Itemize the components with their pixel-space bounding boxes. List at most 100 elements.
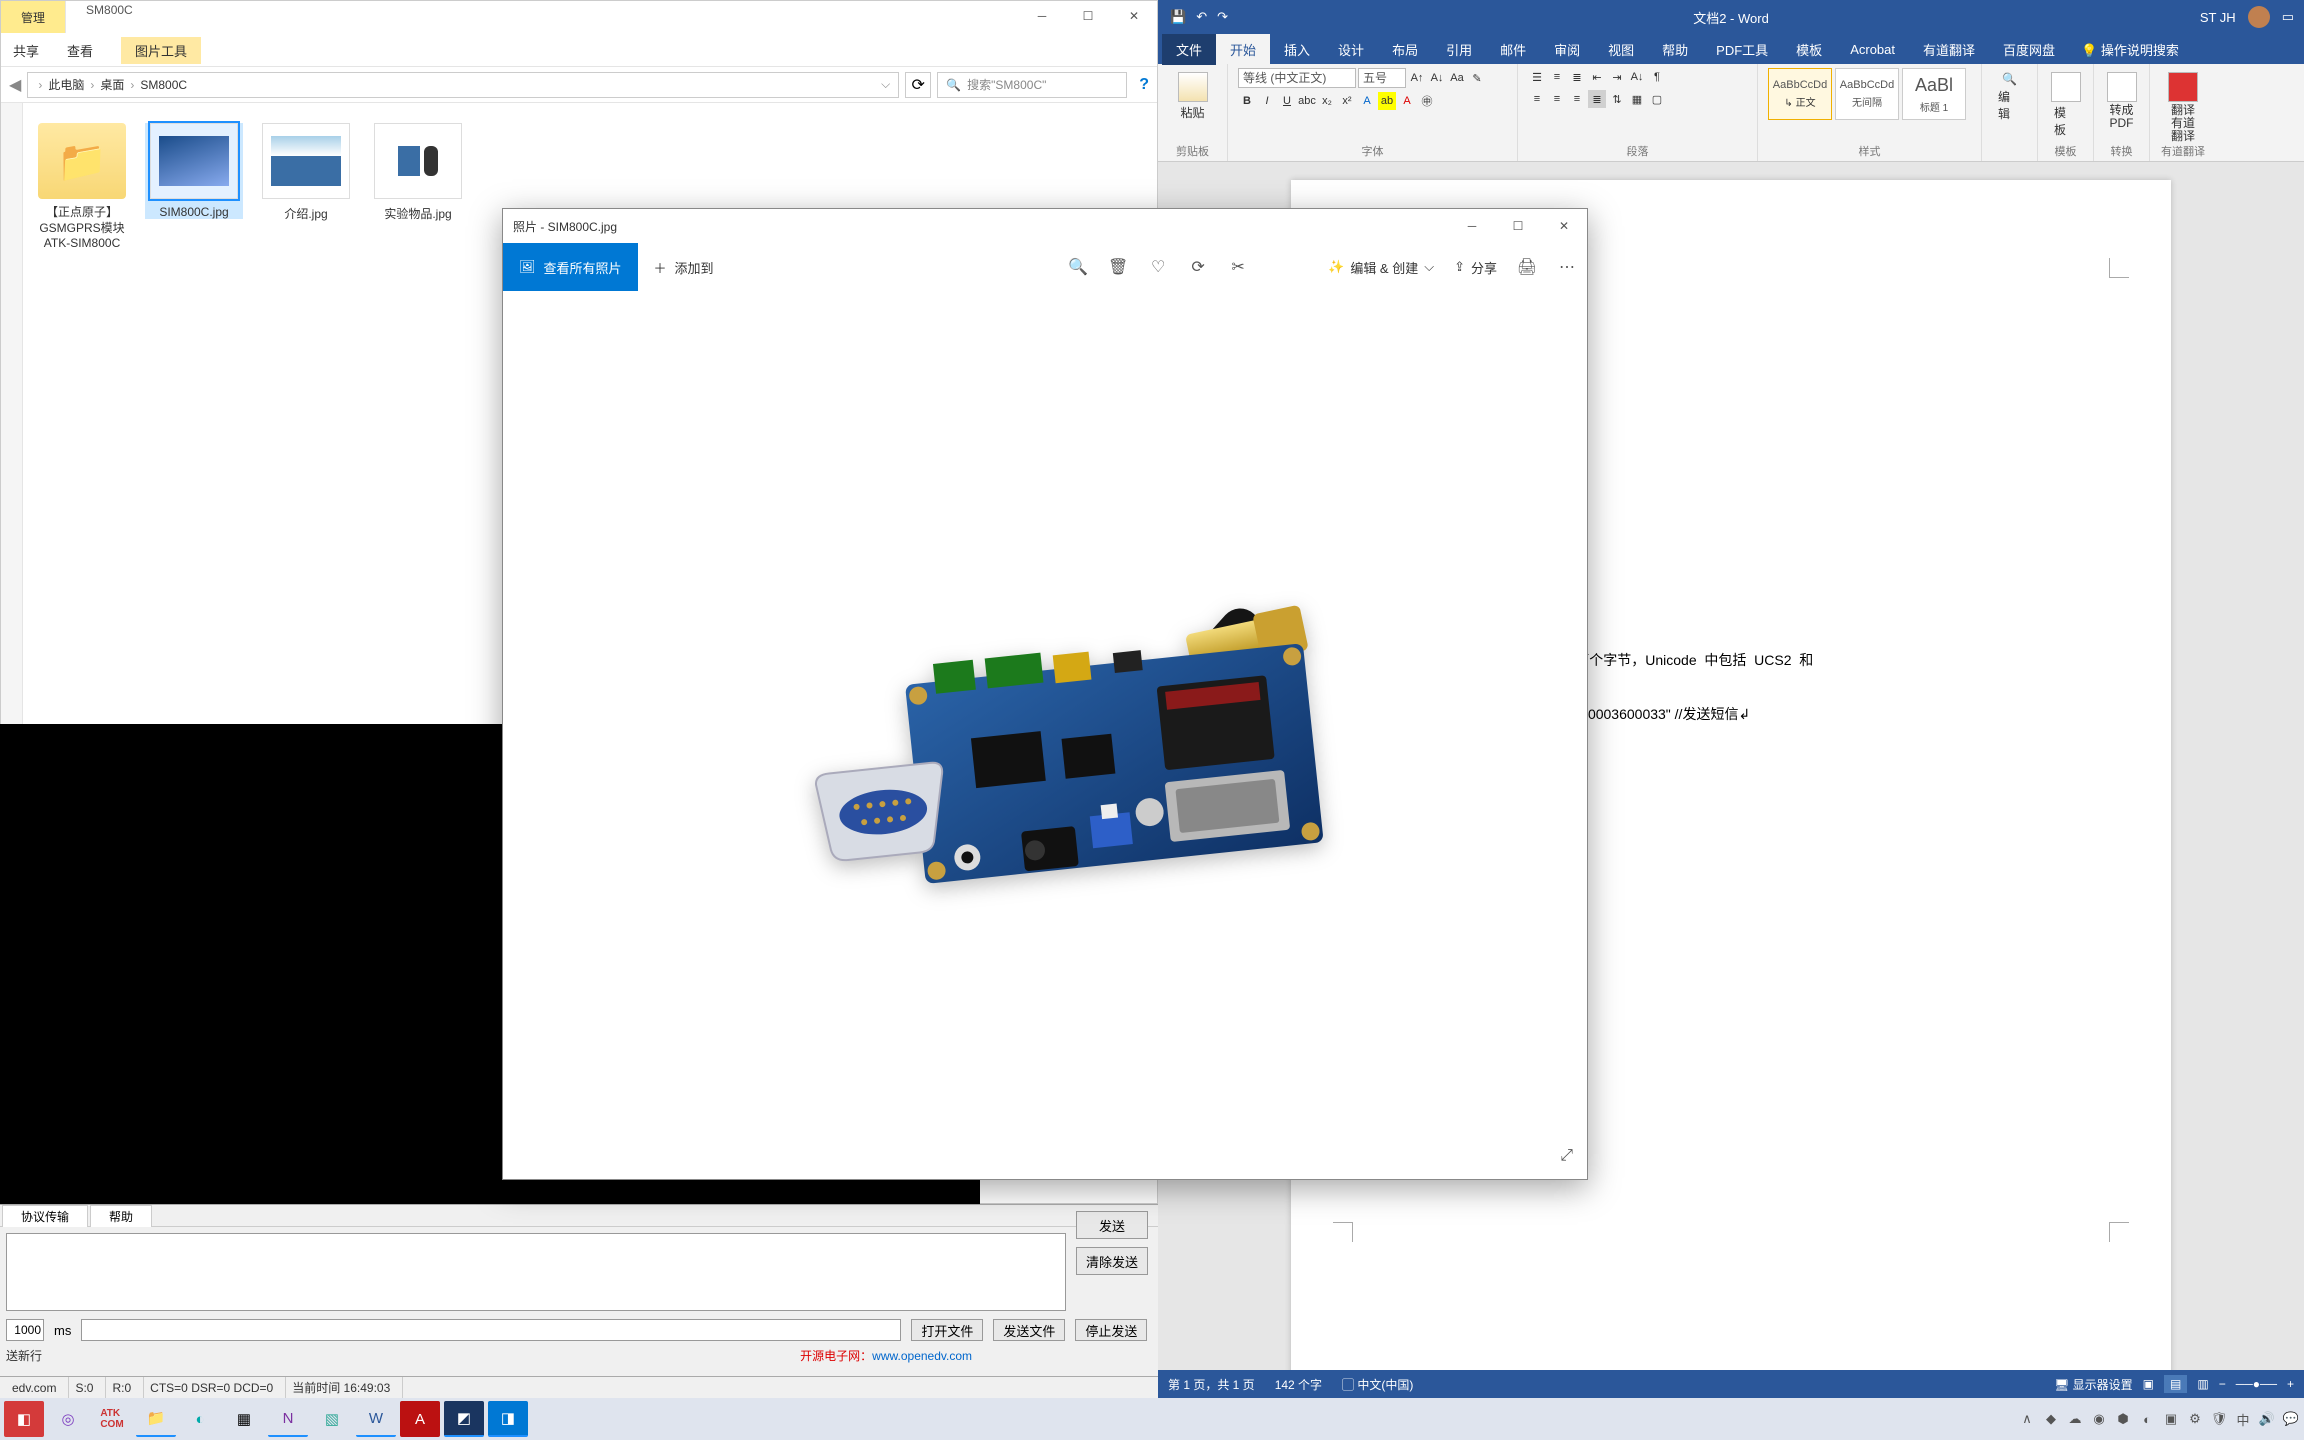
justify-icon[interactable]: ≣ (1588, 90, 1606, 108)
volume-icon[interactable]: 🔊 (2258, 1410, 2276, 1428)
shading-icon[interactable]: ▦ (1628, 90, 1646, 108)
print-icon[interactable]: 🖨 (1507, 247, 1547, 287)
taskbar-app[interactable]: ▧ (312, 1401, 352, 1437)
refresh-button[interactable]: ⟳ (905, 72, 931, 98)
show-marks-icon[interactable]: ¶ (1648, 68, 1666, 86)
tab-mailings[interactable]: 邮件 (1486, 34, 1540, 65)
taskbar-acrobat[interactable]: A (400, 1401, 440, 1437)
file-item[interactable]: 实验物品.jpg (369, 123, 467, 222)
redo-icon[interactable]: ↷ (1217, 9, 1228, 25)
help-icon[interactable]: ? (1133, 76, 1149, 94)
tab-protocol[interactable]: 协议传输 (2, 1205, 88, 1227)
edit-button[interactable]: 🔍 编辑 (1992, 68, 2027, 126)
edit-create-button[interactable]: ✨编辑 & 创建 ⌵ (1318, 247, 1444, 287)
undo-icon[interactable]: ↶ (1196, 9, 1207, 25)
taskbar-app[interactable]: ◎ (48, 1401, 88, 1437)
ribbon-options-icon[interactable]: ▭ (2282, 9, 2294, 25)
close-button[interactable]: ✕ (1541, 211, 1587, 241)
tab-template[interactable]: 模板 (1782, 34, 1836, 65)
tab-layout[interactable]: 布局 (1378, 34, 1432, 65)
notifications-icon[interactable]: 💬 (2282, 1410, 2300, 1428)
tab-home[interactable]: 开始 (1216, 34, 1270, 65)
tab-view[interactable]: 视图 (1594, 34, 1648, 65)
italic-icon[interactable]: I (1258, 92, 1276, 110)
taskbar-explorer[interactable]: 📁 (136, 1401, 176, 1437)
file-path-input[interactable] (81, 1319, 901, 1341)
line-spacing-icon[interactable]: ⇅ (1608, 90, 1626, 108)
translate-button[interactable]: 翻译 有道翻译 (2160, 68, 2206, 148)
send-button[interactable]: 发送 (1076, 1211, 1148, 1239)
shrink-font-icon[interactable]: A↓ (1428, 69, 1446, 87)
newline-checkbox-label[interactable]: 送新行 (6, 1347, 42, 1364)
highlight-icon[interactable]: ab (1378, 92, 1396, 110)
sort-icon[interactable]: A↓ (1628, 68, 1646, 86)
convert-pdf-button[interactable]: 转成 PDF (2104, 68, 2139, 134)
template-button[interactable]: 模板 (2048, 68, 2083, 142)
style-heading1[interactable]: AaBl标题 1 (1902, 68, 1966, 120)
close-button[interactable]: ✕ (1111, 1, 1157, 31)
ime-icon[interactable]: 中 (2234, 1410, 2252, 1428)
view-web-icon[interactable]: ▥ (2197, 1377, 2208, 1391)
tray-icon[interactable]: ◉ (2090, 1410, 2108, 1428)
search-input[interactable]: 🔍 搜索"SM800C" (937, 72, 1127, 98)
multilevel-icon[interactable]: ≣ (1568, 68, 1586, 86)
share-button[interactable]: ⇪分享 (1444, 247, 1507, 287)
view-all-photos-tab[interactable]: 🖼 查看所有照片 (503, 243, 638, 291)
tab-review[interactable]: 审阅 (1540, 34, 1594, 65)
grow-font-icon[interactable]: A↑ (1408, 69, 1426, 87)
tray-icon[interactable]: 🛡 (2210, 1410, 2228, 1428)
tray-overflow-icon[interactable]: ∧ (2018, 1410, 2036, 1428)
tab-help[interactable]: 帮助 (90, 1205, 152, 1227)
crop-icon[interactable]: ✂ (1218, 247, 1258, 287)
align-center-icon[interactable]: ≡ (1548, 90, 1566, 108)
numbering-icon[interactable]: ≡ (1548, 68, 1566, 86)
tab-design[interactable]: 设计 (1324, 34, 1378, 65)
underline-icon[interactable]: U (1278, 92, 1296, 110)
rotate-icon[interactable]: ⟳ (1178, 247, 1218, 287)
taskbar-photos[interactable]: ◨ (488, 1401, 528, 1437)
enclose-icon[interactable]: ㊥ (1418, 92, 1436, 110)
tab-help[interactable]: 帮助 (1648, 34, 1702, 65)
tab-baidu[interactable]: 百度网盘 (1989, 34, 2069, 65)
font-size-select[interactable]: 五号 (1358, 68, 1406, 88)
zoom-out-icon[interactable]: − (2219, 1377, 2226, 1391)
file-item-selected[interactable]: SIM800C.jpg (145, 123, 243, 219)
open-file-button[interactable]: 打开文件 (911, 1319, 983, 1341)
tab-file[interactable]: 文件 (1162, 34, 1216, 65)
tray-icon[interactable]: ☁ (2066, 1410, 2084, 1428)
minimize-button[interactable]: ─ (1019, 1, 1065, 31)
clear-send-button[interactable]: 清除发送 (1076, 1247, 1148, 1275)
decrease-indent-icon[interactable]: ⇤ (1588, 68, 1606, 86)
stop-send-button[interactable]: 停止发送 (1075, 1319, 1147, 1341)
tab-pdf[interactable]: PDF工具 (1702, 34, 1782, 65)
clear-format-icon[interactable]: ✎ (1468, 69, 1486, 87)
style-no-spacing[interactable]: AaBbCcDd无间隔 (1835, 68, 1899, 120)
font-name-select[interactable]: 等线 (中文正文) (1238, 68, 1356, 88)
taskbar-app[interactable]: ▦ (224, 1401, 264, 1437)
style-normal[interactable]: AaBbCcDd↳ 正文 (1768, 68, 1832, 120)
fullscreen-icon[interactable]: ⤢ (1560, 1147, 1573, 1165)
font-color-icon[interactable]: A (1398, 92, 1416, 110)
taskbar-app[interactable]: ◩ (444, 1401, 484, 1437)
tab-youdao[interactable]: 有道翻译 (1909, 34, 1989, 65)
tab-insert[interactable]: 插入 (1270, 34, 1324, 65)
tray-icon[interactable]: ▣ (2162, 1410, 2180, 1428)
photo-canvas[interactable]: ⤢ (503, 291, 1587, 1179)
align-right-icon[interactable]: ≡ (1568, 90, 1586, 108)
word-count[interactable]: 142 个字 (1275, 1376, 1322, 1393)
tell-me-search[interactable]: 💡 操作说明搜索 (2069, 40, 2179, 59)
tray-icon[interactable]: ◆ (2042, 1410, 2060, 1428)
tray-icon[interactable]: ⚙ (2186, 1410, 2204, 1428)
paste-button[interactable]: 粘贴 (1168, 68, 1217, 125)
tab-references[interactable]: 引用 (1432, 34, 1486, 65)
language[interactable]: ▢ 中文(中国) (1342, 1376, 1413, 1393)
more-icon[interactable]: ⋯ (1547, 247, 1587, 287)
delete-icon[interactable]: 🗑 (1098, 247, 1138, 287)
text-effects-icon[interactable]: A (1358, 92, 1376, 110)
tray-icon[interactable]: ◐ (2138, 1410, 2156, 1428)
tray-icon[interactable]: ⬢ (2114, 1410, 2132, 1428)
maximize-button[interactable]: ☐ (1495, 211, 1541, 241)
taskbar-app[interactable]: ATKCOM (92, 1401, 132, 1437)
send-textarea[interactable] (6, 1233, 1066, 1311)
superscript-icon[interactable]: x² (1338, 92, 1356, 110)
